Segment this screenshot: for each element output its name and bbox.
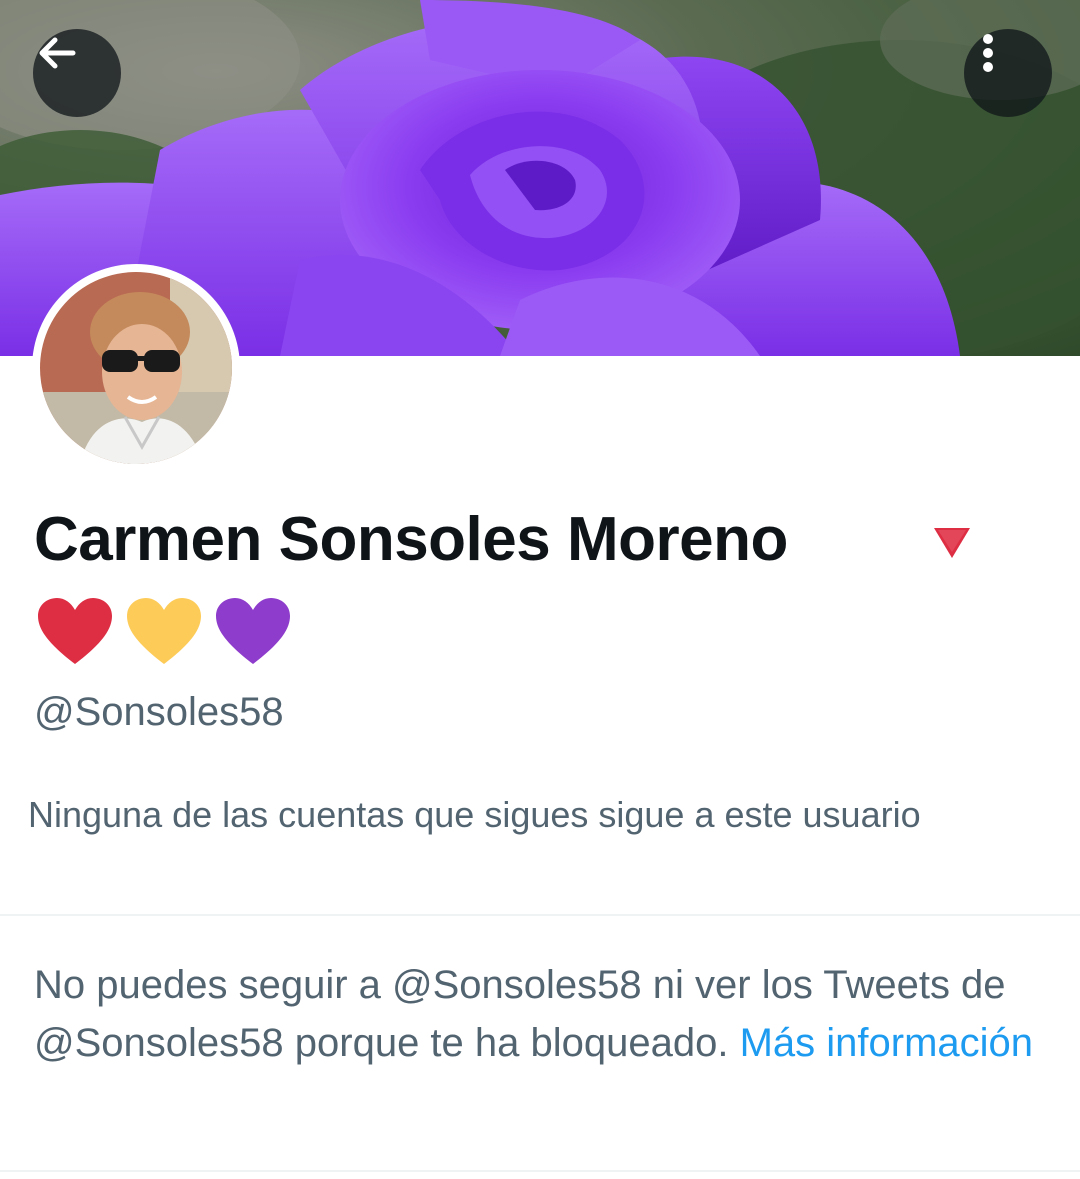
red-heart-icon (38, 598, 112, 664)
followers-you-know-note: Ninguna de las cuentas que sigues sigue … (28, 794, 921, 835)
profile-handle: @Sonsoles58 (34, 690, 284, 734)
profile-photo (40, 272, 232, 464)
more-vertical-icon (983, 34, 993, 72)
back-button[interactable] (33, 29, 121, 117)
more-info-link[interactable]: Más información (740, 1021, 1033, 1065)
red-triangle-down-icon (934, 528, 970, 558)
purple-heart-icon (216, 598, 290, 664)
divider (0, 1170, 1080, 1172)
yellow-heart-icon (127, 598, 201, 664)
divider (0, 914, 1080, 916)
profile-name: Carmen Sonsoles Moreno (34, 505, 788, 574)
profile-page: Carmen Sonsoles Moreno @Sonsoles58 Ningu… (0, 0, 1080, 1179)
emoji-hearts (36, 596, 292, 666)
more-options-button[interactable] (964, 29, 1052, 117)
arrow-left-icon (39, 37, 76, 69)
blocked-message: No puedes seguir a @Sonsoles58 ni ver lo… (34, 956, 1064, 1072)
avatar[interactable] (32, 264, 240, 472)
